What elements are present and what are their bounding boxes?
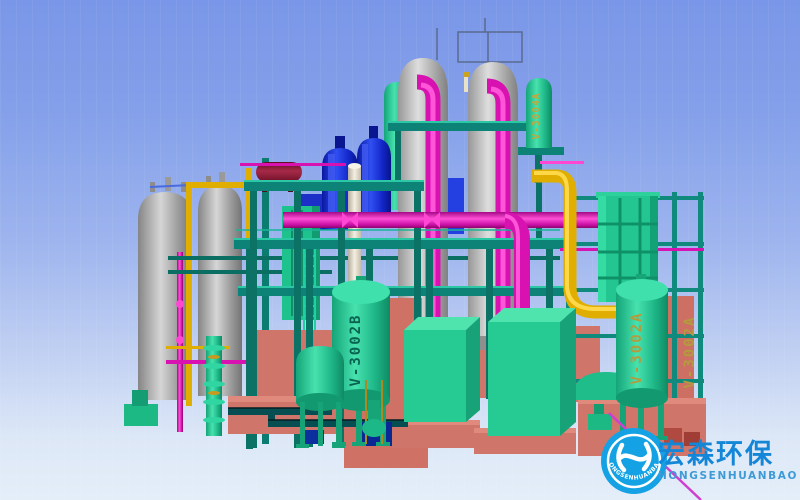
vessel-v3004a-label: V-3004A [531,92,542,139]
center-dome-tank [296,346,345,448]
logo-wordmark: 宏森环保 HONGSENHUANBAO [598,424,798,498]
logo-company-en: HONGSENHUANBAO [658,471,798,482]
tank-v3002a-float-tag: V-3002A [682,315,698,388]
tank-v3002a: V-3002A [616,274,668,440]
foreground-skid-2 [488,308,576,436]
plant-3d-render: V-3004A [0,0,800,500]
tank-v3002b-label: V-3002B [348,313,364,386]
vent-lines [437,18,522,62]
foreground-skid-1 [404,317,480,422]
logo-company-cn: 宏森环保 [658,441,798,468]
vessel-v3004a: V-3004A [526,78,552,148]
tank-v3002a-label: V-3002A [629,311,645,384]
